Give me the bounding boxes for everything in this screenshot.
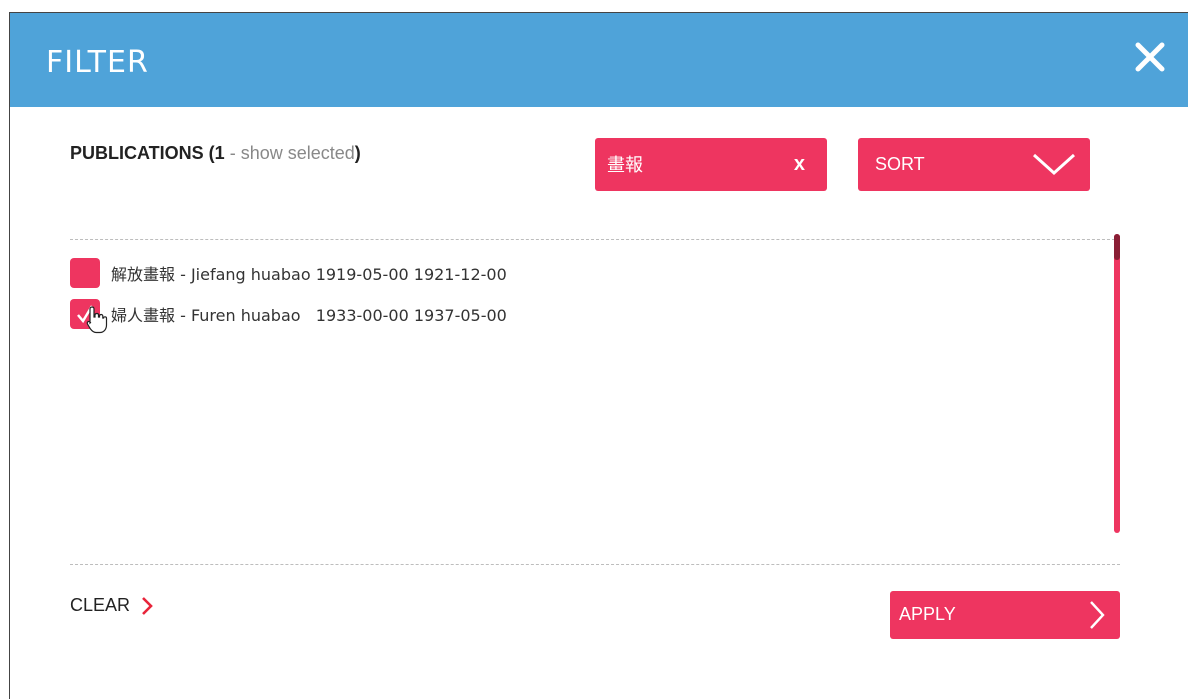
list-item[interactable]: 解放畫報 - Jiefang huabao 1919-05-00 1921-12… (70, 258, 507, 288)
selected-count: 1 (214, 143, 225, 163)
publication-list: 解放畫報 - Jiefang huabao 1919-05-00 1921-12… (70, 240, 1120, 540)
apply-button[interactable]: APPLY (890, 591, 1120, 639)
search-input[interactable] (605, 148, 779, 180)
clear-label: CLEAR (70, 595, 131, 615)
show-selected-link[interactable]: show selected (241, 143, 355, 163)
close-icon (1135, 42, 1165, 72)
list-scrollbar[interactable] (1114, 234, 1120, 533)
publications-heading: PUBLICATIONS (1 - show selected) (70, 143, 361, 164)
close-paren: ) (354, 143, 361, 163)
publications-label: PUBLICATIONS ( (70, 143, 215, 163)
checkmark-icon (77, 305, 94, 324)
modal-title: FILTER (46, 45, 149, 80)
apply-label: APPLY (899, 604, 956, 624)
search-field[interactable]: x (595, 138, 827, 191)
modal-header: FILTER (10, 13, 1188, 107)
close-button[interactable] (1132, 39, 1168, 75)
checkbox-unchecked[interactable] (70, 258, 100, 288)
list-item[interactable]: 婦人畫報 - Furen huabao 1933-00-00 1937-05-0… (70, 299, 507, 329)
chevron-down-icon (1032, 153, 1076, 176)
dash-separator: - (224, 143, 241, 163)
scrollbar-thumb[interactable] (1114, 234, 1120, 260)
clear-button[interactable]: CLEAR (70, 595, 154, 616)
search-clear-button[interactable]: x (794, 153, 805, 176)
bottom-divider (70, 564, 1120, 565)
list-item-label: 婦人畫報 - Furen huabao 1933-00-00 1937-05-0… (111, 306, 507, 325)
chevron-right-icon (1090, 601, 1105, 629)
checkbox-checked[interactable] (70, 299, 100, 329)
chevron-right-icon (142, 596, 153, 615)
list-item-label: 解放畫報 - Jiefang huabao 1919-05-00 1921-12… (111, 265, 507, 284)
sort-dropdown[interactable]: SORT (858, 138, 1090, 191)
sort-label: SORT (875, 154, 925, 174)
